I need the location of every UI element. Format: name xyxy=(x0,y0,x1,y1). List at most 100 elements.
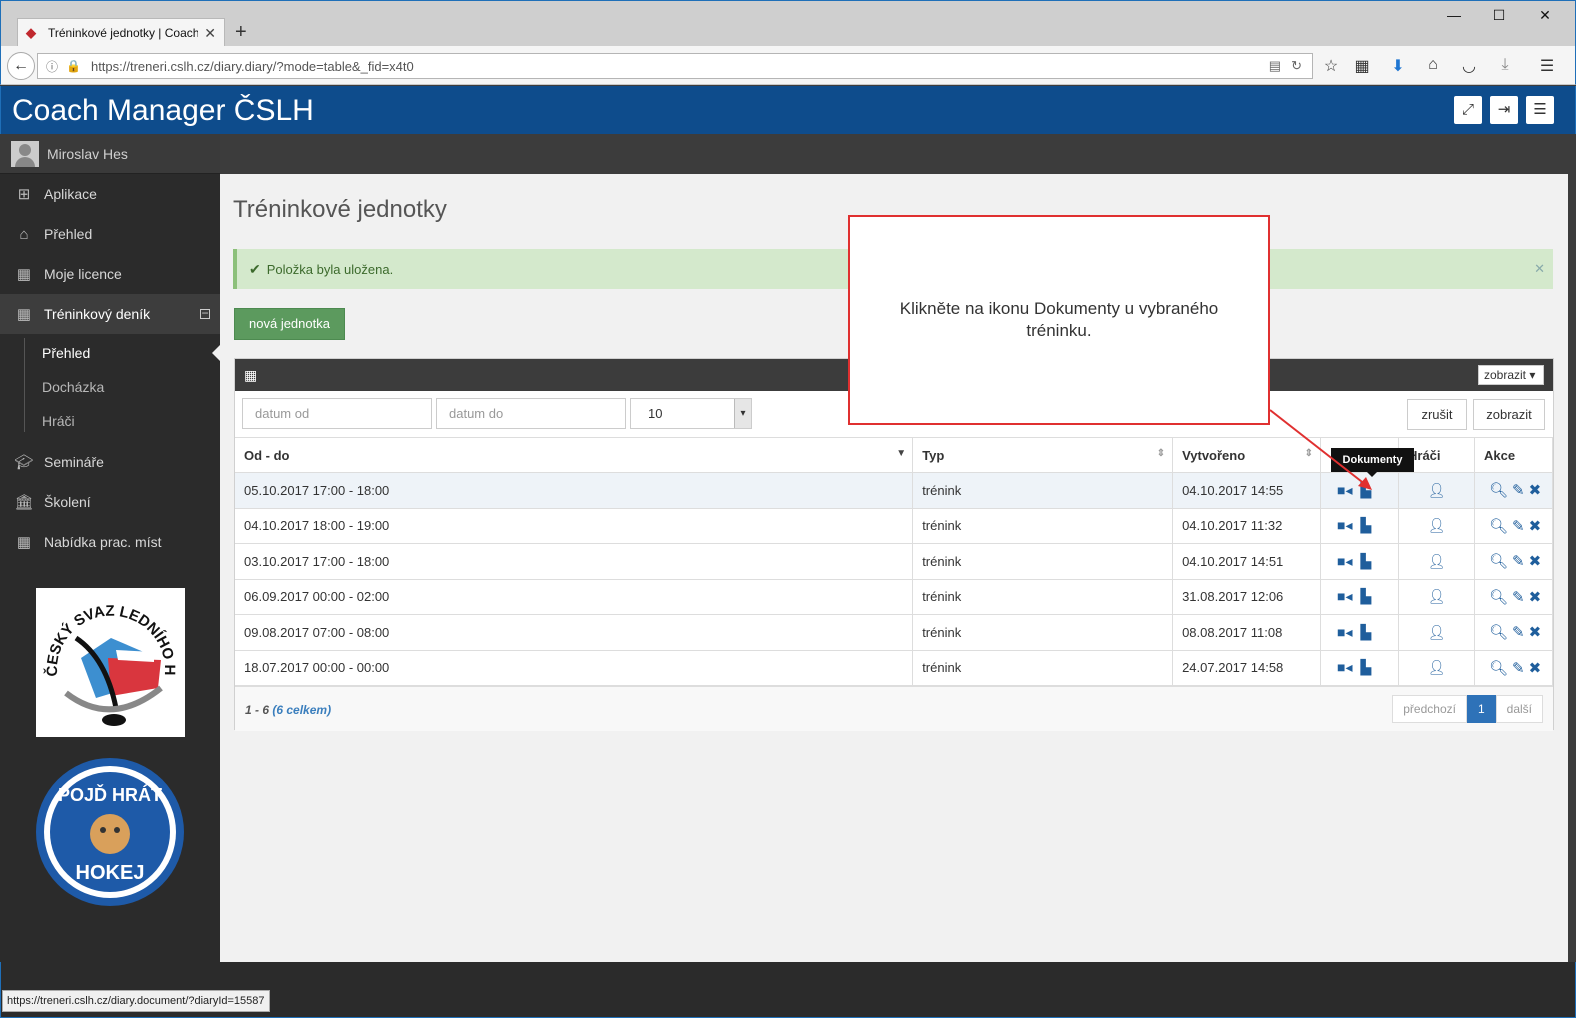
delete-icon[interactable]: ✖ xyxy=(1529,553,1542,570)
pencil-icon[interactable]: ✎ xyxy=(1512,553,1525,570)
video-camera-icon[interactable]: ■◂ xyxy=(1337,659,1352,676)
new-unit-button[interactable]: nová jednotka xyxy=(234,308,345,340)
cell-range: 04.10.2017 18:00 - 19:00 xyxy=(235,508,914,544)
browser-tab[interactable]: ◆ Tréninkové jednotky | Coach ✕ xyxy=(17,18,225,47)
bookmark-star-icon[interactable]: ☆ xyxy=(1319,56,1343,76)
back-icon[interactable]: ← xyxy=(7,52,35,80)
cell-players: 👤︎ xyxy=(1398,508,1475,544)
home-icon[interactable]: ⌂ xyxy=(1421,56,1445,74)
sidebar-item-aplikace[interactable]: ⊞ Aplikace xyxy=(0,174,220,214)
user-icon[interactable]: 👤︎ xyxy=(1428,482,1446,499)
sitemap-icon: ⊞ xyxy=(17,186,31,203)
document-icon[interactable]: ▙ xyxy=(1361,553,1372,570)
clear-button[interactable]: zrušit xyxy=(1407,399,1467,430)
page-size-value: 10 xyxy=(648,406,663,421)
search-icon[interactable]: 🔍︎ xyxy=(1489,624,1508,641)
delete-icon[interactable]: ✖ xyxy=(1529,660,1542,677)
delete-icon[interactable]: ✖ xyxy=(1529,624,1542,641)
pencil-icon[interactable]: ✎ xyxy=(1512,660,1525,677)
delete-icon[interactable]: ✖ xyxy=(1529,482,1542,499)
new-tab-icon[interactable]: + xyxy=(235,21,247,44)
sidebar-item-skoleni[interactable]: 🏛︎ Školení xyxy=(0,482,220,522)
document-icon[interactable]: ▙ xyxy=(1361,482,1372,499)
table-row[interactable]: 18.07.2017 00:00 - 00:00 trénink 24.07.201… xyxy=(235,650,1554,686)
table-row[interactable]: 04.10.2017 18:00 - 19:00 trénink 04.10.201… xyxy=(235,508,1554,544)
sidebar-item-nabidka-prac-mist[interactable]: ▦ Nabídka prac. míst xyxy=(0,522,220,562)
downloads-icon[interactable]: ⤓ xyxy=(1493,56,1517,74)
date-to-input[interactable]: datum do xyxy=(436,398,626,429)
fullscreen-button[interactable]: ⤢ xyxy=(1454,96,1482,124)
pager-next-button[interactable]: další xyxy=(1495,695,1543,723)
pencil-icon[interactable]: ✎ xyxy=(1512,518,1525,535)
column-header-type[interactable]: Typ ⇕ xyxy=(912,437,1174,473)
maximize-icon[interactable]: ☐ xyxy=(1484,7,1514,24)
user-icon[interactable]: 👤︎ xyxy=(1428,659,1446,676)
table-row[interactable]: 05.10.2017 17:00 - 18:00 trénink 04.10.201… xyxy=(235,472,1554,509)
bookmarks-list-icon[interactable]: ▦ xyxy=(1350,56,1374,76)
video-camera-icon[interactable]: ■◂ xyxy=(1337,588,1352,605)
table-row[interactable]: 03.10.2017 17:00 - 18:00 trénink 04.10.201… xyxy=(235,543,1554,580)
show-button[interactable]: zobrazit xyxy=(1473,399,1545,430)
pager-prev-button[interactable]: předchozí xyxy=(1392,695,1467,723)
cell-type: trénink xyxy=(912,508,1174,544)
user-icon[interactable]: 👤︎ xyxy=(1428,517,1446,534)
search-icon[interactable]: 🔍︎ xyxy=(1489,518,1508,535)
page-size-select[interactable]: 10 ▾ xyxy=(630,398,752,429)
reader-view-icon[interactable]: ▤ xyxy=(1269,58,1281,74)
browser-menu-icon[interactable]: ☰ xyxy=(1535,56,1559,76)
column-header-created[interactable]: Vytvořeno ⇕ xyxy=(1172,437,1322,473)
search-icon[interactable]: 🔍︎ xyxy=(1489,553,1508,570)
column-header-range[interactable]: Od - do ▼ xyxy=(235,437,914,473)
table-row[interactable]: 09.08.2017 07:00 - 08:00 trénink 08.08.201… xyxy=(235,614,1554,651)
user-icon[interactable]: 👤︎ xyxy=(1428,624,1446,641)
document-icon[interactable]: ▙ xyxy=(1361,659,1372,676)
reload-icon[interactable]: ↻ xyxy=(1291,58,1302,74)
pencil-icon[interactable]: ✎ xyxy=(1512,624,1525,641)
search-icon[interactable]: 🔍︎ xyxy=(1489,482,1508,499)
page-title: Tréninkové jednotky xyxy=(233,196,447,223)
document-icon[interactable]: ▙ xyxy=(1361,517,1372,534)
table-icon: ▦ xyxy=(16,266,32,283)
view-dropdown[interactable]: zobrazit ▾ xyxy=(1478,365,1544,385)
delete-icon[interactable]: ✖ xyxy=(1529,518,1542,535)
pager-page-button[interactable]: 1 xyxy=(1466,695,1496,723)
sort-icon: ⇕ xyxy=(1304,448,1314,459)
alert-close-icon[interactable]: ✕ xyxy=(1534,261,1545,277)
sidebar-item-treninkovy-denik[interactable]: ▦ Tréninkový deník − xyxy=(0,294,220,334)
search-icon[interactable]: 🔍︎ xyxy=(1489,589,1508,606)
user-bar[interactable]: Miroslav Hes xyxy=(0,134,220,174)
search-icon[interactable]: 🔍︎ xyxy=(1489,660,1508,677)
pocket-icon[interactable]: ◡ xyxy=(1457,56,1481,76)
document-icon[interactable]: ▙ xyxy=(1361,588,1372,605)
video-camera-icon[interactable]: ■◂ xyxy=(1337,624,1352,641)
table-footer: 1 - 6 (6 celkem) předchozí 1 další xyxy=(235,686,1553,731)
submenu-item-prehled[interactable]: Přehled xyxy=(0,336,220,370)
minimize-icon[interactable]: — xyxy=(1439,7,1469,23)
video-camera-icon[interactable]: ■◂ xyxy=(1337,482,1352,499)
table-row[interactable]: 06.09.2017 00:00 - 02:00 trénink 31.08.201… xyxy=(235,579,1554,615)
date-from-input[interactable]: datum od xyxy=(242,398,432,429)
collapse-icon[interactable]: − xyxy=(200,307,210,319)
sidebar-item-seminare[interactable]: 🎓︎ Semináře xyxy=(0,442,220,482)
user-icon[interactable]: 👤︎ xyxy=(1428,588,1446,605)
document-icon[interactable]: ▙ xyxy=(1361,624,1372,641)
window-close-icon[interactable]: ✕ xyxy=(1530,7,1560,24)
pencil-icon[interactable]: ✎ xyxy=(1512,482,1525,499)
logout-button[interactable]: ⇥ xyxy=(1490,96,1518,124)
info-icon[interactable]: ⓘ xyxy=(46,58,58,75)
menu-toggle-button[interactable]: ☰ xyxy=(1526,96,1554,124)
cell-actions: 🔍︎ ✎ ✖ xyxy=(1474,650,1554,686)
user-icon[interactable]: 👤︎ xyxy=(1428,553,1446,570)
url-bar[interactable]: ⓘ 🔒 https://treneri.cslh.cz/diary.diary/… xyxy=(37,53,1313,79)
pencil-icon[interactable]: ✎ xyxy=(1512,589,1525,606)
submenu-item-dochazka[interactable]: Docházka xyxy=(0,370,220,404)
sidebar-item-moje-licence[interactable]: ▦ Moje licence xyxy=(0,254,220,294)
sidebar-item-prehled[interactable]: ⌂ Přehled xyxy=(0,214,220,254)
download-arrow-icon[interactable]: ⬇ xyxy=(1386,56,1410,76)
video-camera-icon[interactable]: ■◂ xyxy=(1337,517,1352,534)
delete-icon[interactable]: ✖ xyxy=(1529,589,1542,606)
video-camera-icon[interactable]: ■◂ xyxy=(1337,553,1352,570)
tab-close-icon[interactable]: ✕ xyxy=(204,25,216,42)
cell-media: ■◂ ▙ xyxy=(1320,472,1399,509)
submenu-item-hraci[interactable]: Hráči xyxy=(0,404,220,438)
